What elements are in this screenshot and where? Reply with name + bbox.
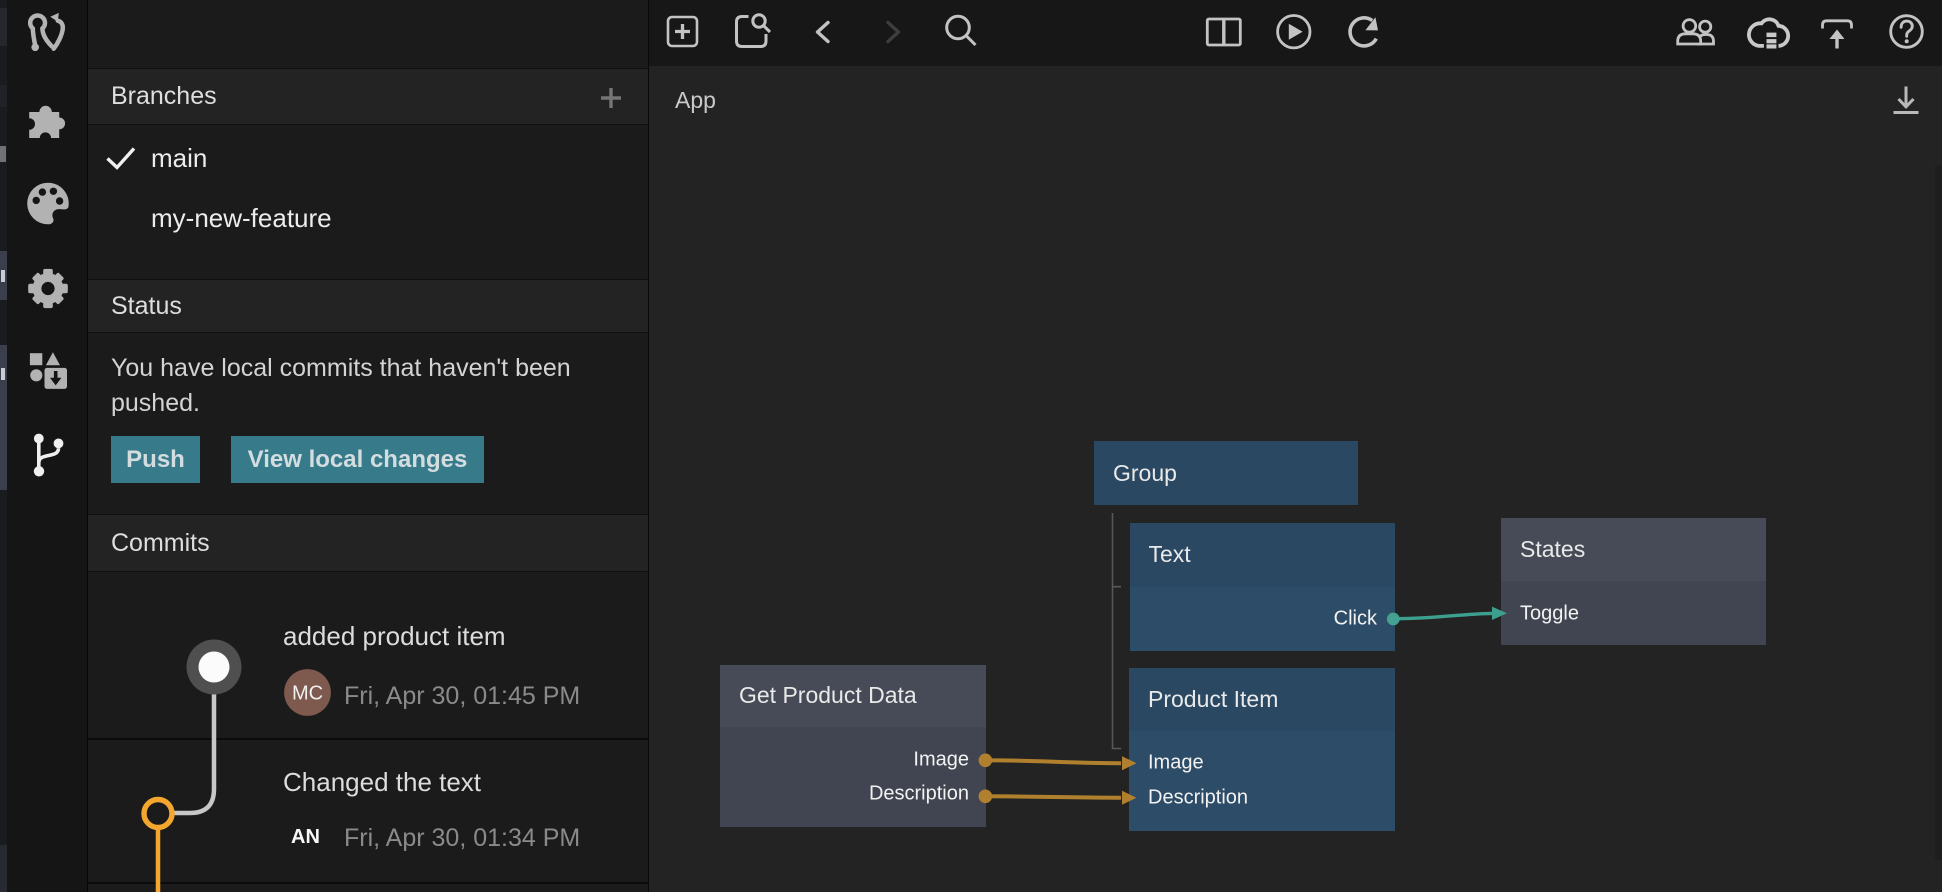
svg-text:MC: MC [292, 683, 323, 705]
